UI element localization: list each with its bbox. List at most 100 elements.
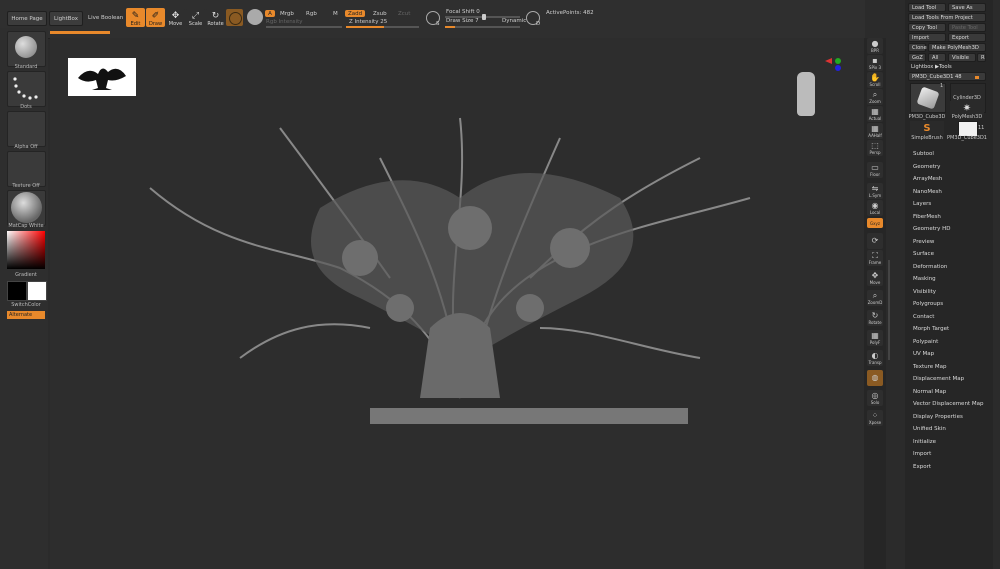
menu-layers[interactable]: Layers xyxy=(913,201,931,207)
z-intensity-slider[interactable] xyxy=(346,26,419,28)
zoom-button[interactable]: ⌕ Zoom xyxy=(867,89,883,105)
all-button[interactable]: All xyxy=(928,53,946,62)
menu-subtool[interactable]: Subtool xyxy=(913,151,934,157)
rotate-axis-button[interactable]: ⟳ xyxy=(867,233,883,249)
reference-image-thumbnail[interactable] xyxy=(68,58,136,96)
menu-contact[interactable]: Contact xyxy=(913,314,934,320)
stroke-button[interactable] xyxy=(7,71,46,107)
menu-display-properties[interactable]: Display Properties xyxy=(913,414,963,420)
tray-scrollbar[interactable] xyxy=(888,260,890,360)
navigation-gizmo[interactable] xyxy=(794,70,820,120)
mrgb-button[interactable]: Mrgb xyxy=(280,11,294,17)
menu-polygroups[interactable]: Polygroups xyxy=(913,301,943,307)
menu-unified-skin[interactable]: Unified Skin xyxy=(913,426,946,432)
spix-button[interactable]: ▪ SPix 3 xyxy=(867,55,883,71)
ghost-button[interactable]: ◍ xyxy=(867,370,883,386)
switchcolor-button[interactable]: SwitchColor xyxy=(0,302,52,308)
rotate-view-button[interactable]: ↻ Rotate xyxy=(867,310,883,326)
menu-import[interactable]: Import xyxy=(913,451,931,457)
zadd-button[interactable]: Zadd xyxy=(345,10,365,17)
clone-button[interactable]: Clone xyxy=(908,43,927,52)
scale-tool-button[interactable]: ⤢ Scale xyxy=(186,8,205,27)
menu-visibility[interactable]: Visibility xyxy=(913,289,936,295)
color-picker[interactable] xyxy=(7,231,45,269)
menu-geometry-hd[interactable]: Geometry HD xyxy=(913,226,951,232)
material-button[interactable] xyxy=(7,190,46,226)
zsub-button[interactable]: Zsub xyxy=(373,11,387,17)
a-toggle-button[interactable]: A xyxy=(265,10,275,17)
viewport-canvas[interactable] xyxy=(50,38,865,569)
menu-texture-map[interactable]: Texture Map xyxy=(913,364,947,370)
rgb-intensity-slider[interactable] xyxy=(266,26,342,28)
current-tool-slider[interactable]: PM3D_Cube3D1 48 xyxy=(908,72,986,81)
import-button[interactable]: Import xyxy=(908,33,946,42)
solo-button[interactable]: ◎ Solo xyxy=(867,390,883,406)
menu-fibermesh[interactable]: FiberMesh xyxy=(913,214,941,220)
draw-tool-button[interactable]: ✐ Draw xyxy=(146,8,165,27)
zcut-button[interactable]: Zcut xyxy=(398,11,410,17)
floor-button[interactable]: ▭ Floor xyxy=(867,162,883,178)
live-boolean-button[interactable]: Live Boolean xyxy=(88,15,123,21)
scroll-button[interactable]: ✋ Scroll xyxy=(867,72,883,88)
visible-button[interactable]: Visible xyxy=(948,53,976,62)
menu-morph-target[interactable]: Morph Target xyxy=(913,326,949,332)
alpha-button[interactable] xyxy=(7,111,46,147)
make-polymesh-button[interactable]: Make PolyMesh3D xyxy=(928,43,986,52)
transp-button[interactable]: ◐ Transp xyxy=(867,350,883,366)
copy-tool-button[interactable]: Copy Tool xyxy=(908,23,946,32)
goz-button[interactable]: GoZ xyxy=(908,53,926,62)
home-page-button[interactable]: Home Page xyxy=(7,11,47,26)
edit-tool-button[interactable]: ✎ Edit xyxy=(126,8,145,27)
menu-surface[interactable]: Surface xyxy=(913,251,934,257)
move-view-button[interactable]: ✥ Move xyxy=(867,270,883,286)
menu-nanomesh[interactable]: NanoMesh xyxy=(913,189,942,195)
zoom3d-button[interactable]: ⌕ ZoomD xyxy=(867,290,883,306)
tool-thumb-simplebrush[interactable]: S xyxy=(910,121,944,135)
dynamic-button[interactable]: Dynamic xyxy=(502,18,526,24)
material-swatch-button[interactable] xyxy=(226,9,243,26)
load-tool-button[interactable]: Load Tool xyxy=(908,3,946,12)
move-tool-button[interactable]: ✥ Move xyxy=(166,8,185,27)
alternate-button[interactable]: Alternate xyxy=(7,311,45,319)
polyf-button[interactable]: ▦ PolyF xyxy=(867,330,883,346)
material-sphere-icon xyxy=(229,12,242,25)
load-tools-from-project-button[interactable]: Load Tools From Project xyxy=(908,13,986,22)
menu-vector-displacement-map[interactable]: Vector Displacement Map xyxy=(913,401,983,407)
local-button[interactable]: ◉ Local xyxy=(867,200,883,216)
menu-deformation[interactable]: Deformation xyxy=(913,264,947,270)
secondary-color-swatch[interactable] xyxy=(27,281,47,301)
menu-masking[interactable]: Masking xyxy=(913,276,936,282)
save-as-button[interactable]: Save As xyxy=(948,3,986,12)
menu-preview[interactable]: Preview xyxy=(913,239,934,245)
r-button[interactable]: R xyxy=(977,53,986,62)
rotate-tool-button[interactable]: ↻ Rotate xyxy=(206,8,225,27)
export-button[interactable]: Export xyxy=(948,33,986,42)
paste-tool-button[interactable]: Paste Tool xyxy=(948,23,986,32)
menu-export[interactable]: Export xyxy=(913,464,931,470)
tool-thumb-polymesh[interactable]: ✷ xyxy=(950,101,984,115)
lightbox-button[interactable]: LightBox xyxy=(49,11,83,26)
menu-geometry[interactable]: Geometry xyxy=(913,164,940,170)
menu-uv-map[interactable]: UV Map xyxy=(913,351,934,357)
bpr-button[interactable]: ● BPR xyxy=(867,38,883,54)
lsym-button[interactable]: ⇋ L.Sym xyxy=(867,183,883,199)
brush-button[interactable] xyxy=(7,31,46,67)
primary-color-swatch[interactable] xyxy=(7,281,27,301)
lightbox-tools-button[interactable]: Lightbox ▶Tools xyxy=(908,63,986,71)
m-button[interactable]: M xyxy=(333,11,338,17)
xpose-button[interactable]: ⁘ Xpose xyxy=(867,410,883,426)
persp-button[interactable]: ⬚ Persp xyxy=(867,140,883,156)
rgb-button[interactable]: Rgb xyxy=(306,11,317,17)
menu-arraymesh[interactable]: ArrayMesh xyxy=(913,176,942,182)
draw-size-slider[interactable] xyxy=(445,26,520,28)
spiral-icon[interactable] xyxy=(247,9,263,25)
aahalf-button[interactable]: ▦ AAHalf xyxy=(867,123,883,139)
menu-normal-map[interactable]: Normal Map xyxy=(913,389,946,395)
menu-polypaint[interactable]: Polypaint xyxy=(913,339,938,345)
menu-displacement-map[interactable]: Displacement Map xyxy=(913,376,964,382)
menu-initialize[interactable]: Initialize xyxy=(913,439,936,445)
frame-button[interactable]: ⛶ Frame xyxy=(867,250,883,266)
actual-button[interactable]: ▦ Actual xyxy=(867,106,883,122)
xyz-button[interactable]: Gxyz xyxy=(867,218,883,228)
texture-button[interactable] xyxy=(7,151,46,187)
